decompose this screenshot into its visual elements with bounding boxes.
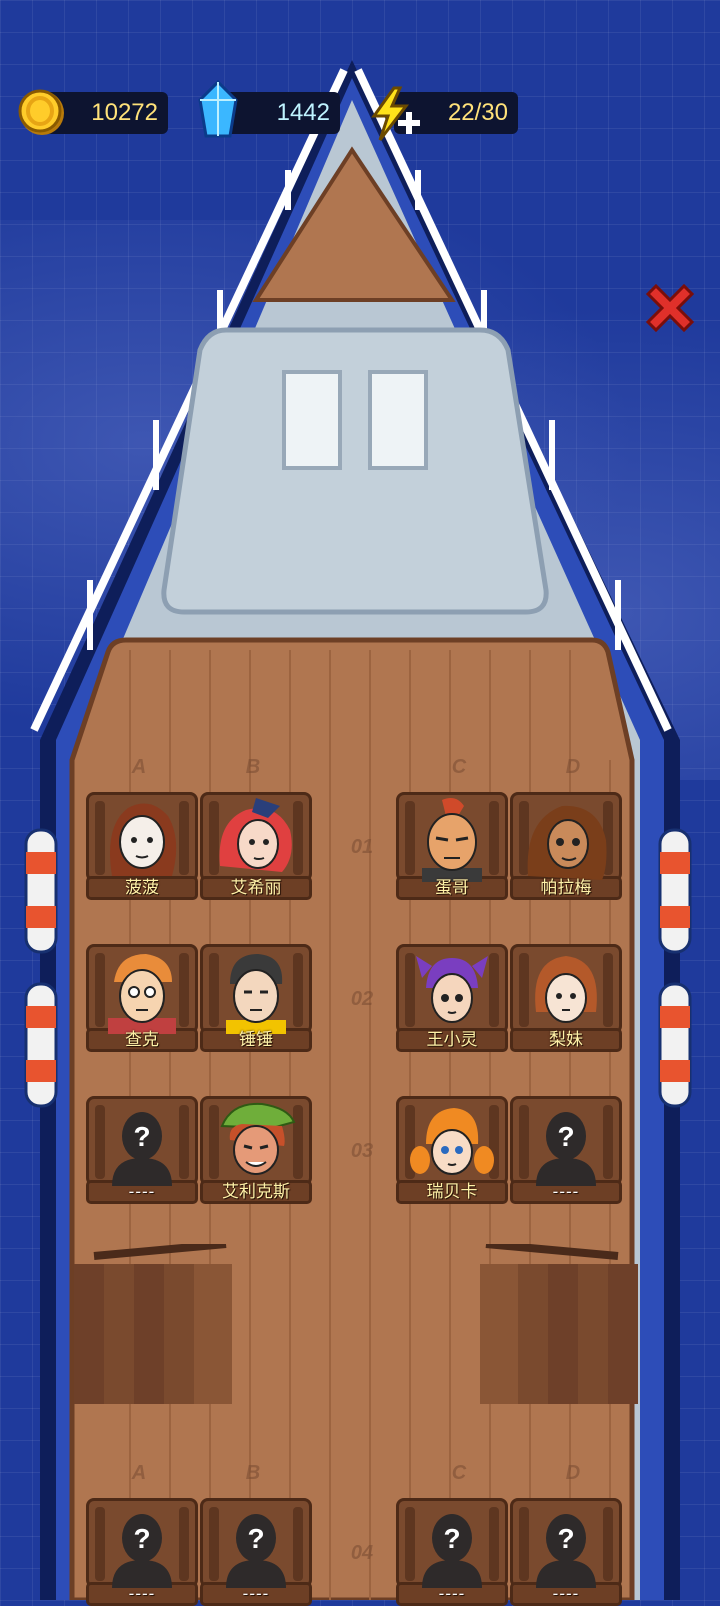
column-label-b: B [245,1462,261,1484]
row-number: 04 [350,1542,374,1564]
seat-03-b[interactable]: 艾利克斯 [200,1096,312,1204]
character-portrait [527,805,607,880]
svg-text:?: ? [133,1121,150,1152]
cabin-window-right [368,370,428,470]
character-portrait [226,954,286,1034]
seat-name: 蛋哥 [435,878,469,897]
column-label-a: A [131,756,147,778]
cabin-window-left [282,370,342,470]
seat-name: 艾希丽 [230,878,282,897]
svg-text:?: ? [557,1523,574,1554]
character-portrait [422,798,482,882]
seat-name: 帕拉梅 [540,878,592,897]
question-silhouette-icon: ? [422,1514,482,1588]
svg-text:?: ? [557,1121,574,1152]
seat-02-c[interactable]: 王小灵 [396,944,508,1052]
column-label-a: A [131,1462,147,1484]
question-silhouette-icon: ? [536,1514,596,1588]
life-buoy-right-2 [658,982,692,1108]
seat-name: 菠菠 [125,878,159,897]
svg-text:?: ? [247,1523,264,1554]
seat-name: 王小灵 [426,1030,478,1049]
life-buoy-left-2 [24,982,58,1108]
stairs-left [74,1244,232,1404]
question-silhouette-icon: ? [226,1514,286,1588]
seat-name: ---- [552,1182,580,1201]
question-silhouette-icon: ? [536,1112,596,1186]
character-portrait [410,1108,494,1175]
character-portrait [220,1102,296,1175]
seat-02-b[interactable]: 锤锤 [200,944,312,1052]
seat-04-a[interactable]: ? ---- [86,1498,198,1606]
row-number: 03 [350,1140,374,1162]
cabin-roof [161,327,549,615]
seat-name: 查克 [125,1030,159,1049]
seat-04-c[interactable]: ? ---- [396,1498,508,1606]
seat-04-b[interactable]: ? ---- [200,1498,312,1606]
seat-name: ---- [242,1584,270,1603]
seat-03-a[interactable]: ? ---- [86,1096,198,1204]
seat-name: ---- [128,1584,156,1603]
character-portrait [219,798,292,872]
question-silhouette-icon: ? [112,1112,172,1186]
column-label-d: D [565,756,581,778]
seat-name: ---- [552,1584,580,1603]
column-label-d: D [565,1462,581,1484]
seat-01-a[interactable]: 菠菠 [86,792,198,900]
character-portrait [110,803,177,876]
character-portrait [108,954,176,1034]
row-number: 01 [350,836,374,858]
lightning-plus-icon[interactable] [368,86,424,142]
seat-name: 瑞贝卡 [426,1182,478,1201]
character-portrait [416,956,488,1023]
seat-name: 梨妹 [549,1030,583,1049]
seat-03-c[interactable]: 瑞贝卡 [396,1096,508,1204]
seat-01-d[interactable]: 帕拉梅 [510,792,622,900]
character-portrait [535,956,597,1023]
column-label-c: C [451,1462,467,1484]
gold-coin-icon [18,89,64,135]
seat-name: 锤锤 [239,1030,273,1049]
seat-name: ---- [438,1584,466,1603]
row-number: 02 [350,988,374,1010]
column-label-c: C [451,756,467,778]
seat-name: 艾利克斯 [222,1182,290,1201]
column-label-b: B [245,756,261,778]
svg-text:?: ? [133,1523,150,1554]
seat-04-d[interactable]: ? ---- [510,1498,622,1606]
stairs-right [480,1244,638,1404]
seat-01-b[interactable]: 艾希丽 [200,792,312,900]
seat-03-d[interactable]: ? ---- [510,1096,622,1204]
seat-02-d[interactable]: 梨妹 [510,944,622,1052]
seat-name: ---- [128,1182,156,1201]
life-buoy-left-1 [24,828,58,954]
svg-text:?: ? [443,1523,460,1554]
close-x-icon[interactable] [642,280,698,336]
seat-01-c[interactable]: 蛋哥 [396,792,508,900]
blue-crystal-icon [198,80,238,138]
question-silhouette-icon: ? [112,1514,172,1588]
life-buoy-right-1 [658,828,692,954]
seat-02-a[interactable]: 查克 [86,944,198,1052]
